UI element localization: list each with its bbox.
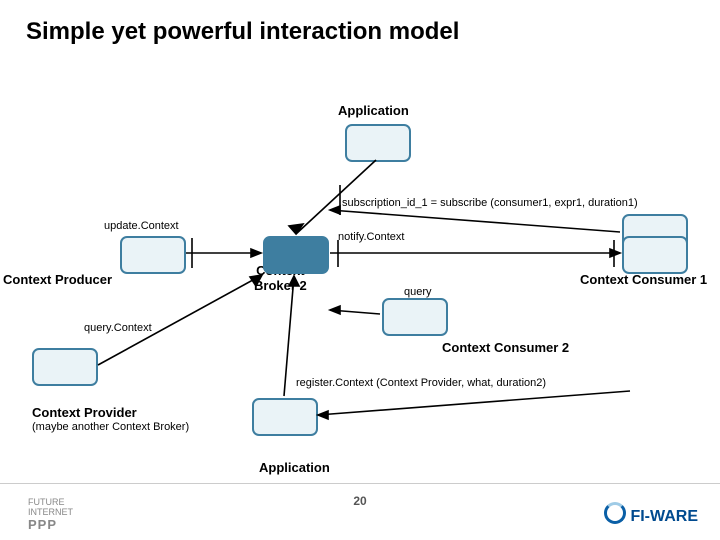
future-internet-ppp-logo: FUTURE INTERNET PPP (28, 498, 73, 532)
consumer2-box (32, 348, 98, 386)
broker-box (263, 236, 329, 274)
footer: 20 FUTURE INTERNET PPP FI-WARE (0, 483, 720, 540)
provider-box (252, 398, 318, 436)
fiware-logo: FI-WARE (604, 502, 698, 526)
fiware-ring-icon (604, 502, 626, 524)
query-result-box (382, 298, 448, 336)
connector-lines (0, 0, 720, 540)
context-provider-sub-label: (maybe another Context Broker) (32, 421, 189, 433)
subscribe-label: subscription_id_1 = subscribe (consumer1… (342, 197, 638, 209)
context-producer-label: Context Producer (3, 272, 112, 287)
update-context-label: update.Context (104, 220, 179, 232)
slide-title: Simple yet powerful interaction model (26, 18, 459, 46)
slide: Simple yet powerful interaction model Ap… (0, 0, 720, 540)
application-top-label: Application (338, 103, 409, 118)
context-consumer1-label: Context Consumer 1 (580, 272, 707, 287)
context-consumer2-label: Context Consumer 2 (442, 340, 569, 355)
application-top-box (345, 124, 411, 162)
query-arrow-label: query (404, 286, 432, 298)
register-context-label: register.Context (Context Provider, what… (296, 377, 546, 389)
notify-context-label: notify.Context (338, 231, 404, 243)
context-provider-label: Context Provider (32, 405, 137, 420)
query-context-label: query.Context (84, 322, 152, 334)
consumer1-notify-box (622, 236, 688, 274)
application-bottom-label: Application (259, 460, 330, 475)
producer-box (120, 236, 186, 274)
